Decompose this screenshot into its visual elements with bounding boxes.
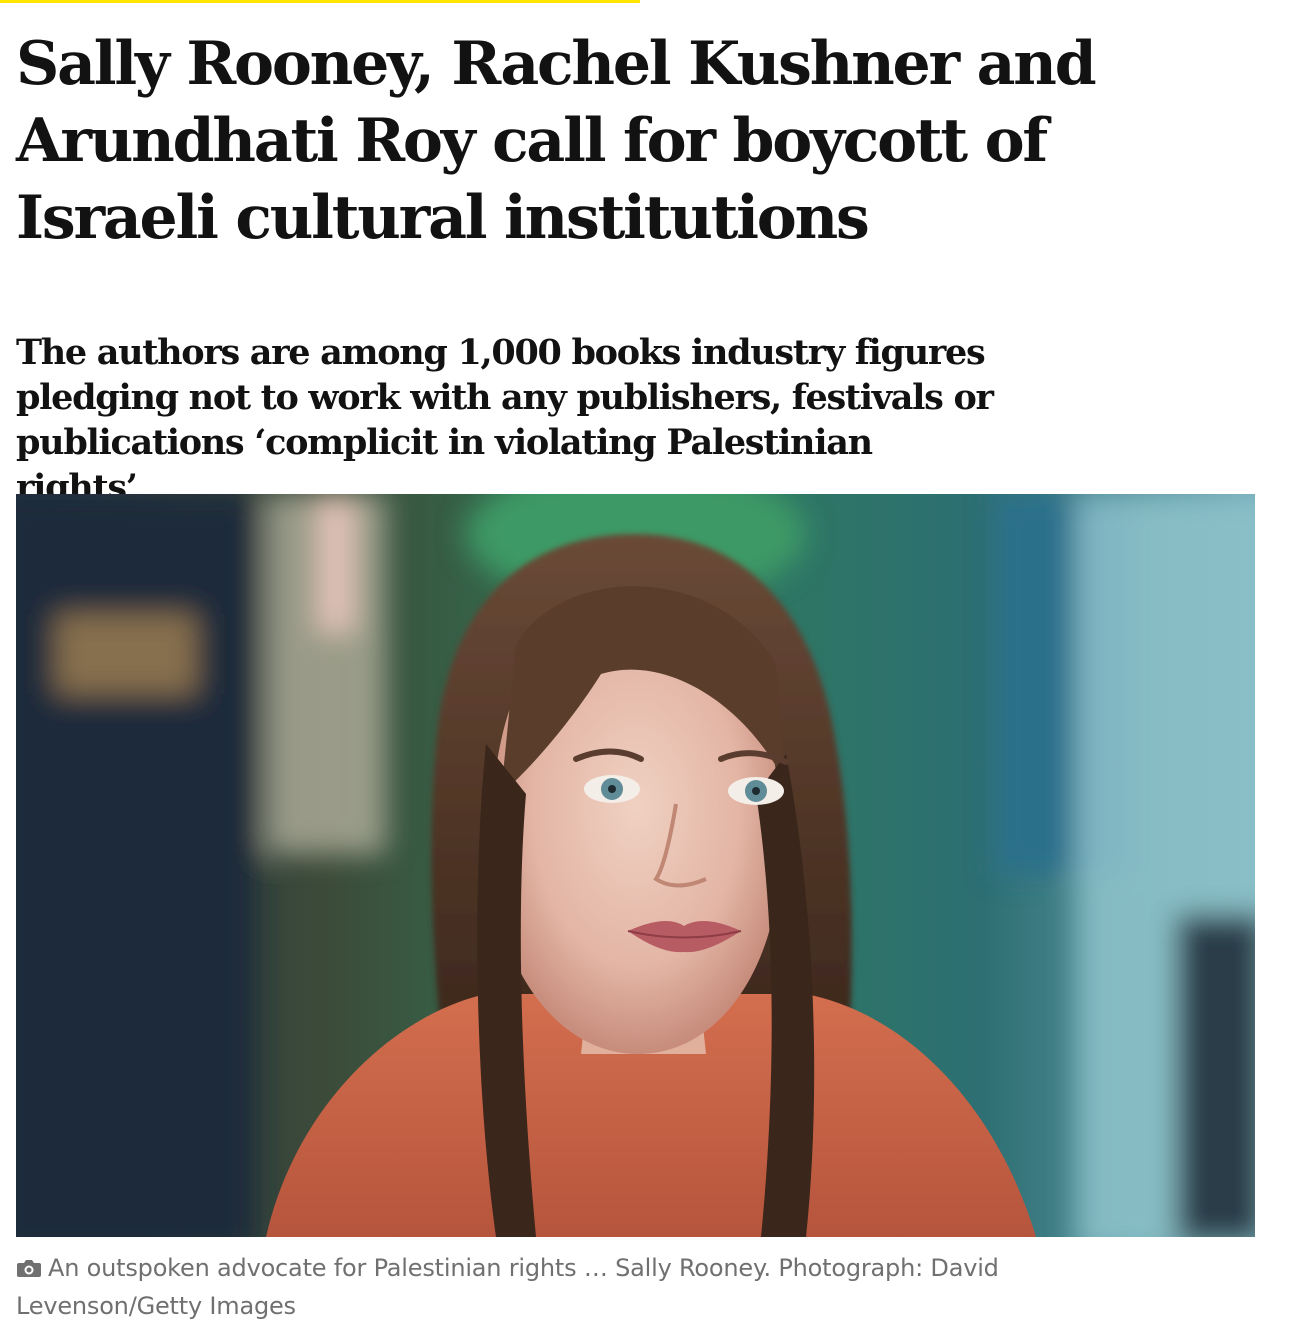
hero-image [16,494,1255,1237]
image-caption-text: An outspoken advocate for Palestinian ri… [16,1254,999,1320]
top-accent-rule [0,0,640,3]
article-headline: Sally Rooney, Rachel Kushner and Arundha… [16,29,1097,253]
article-standfirst: The authors are among 1,000 books indust… [16,332,994,508]
camera-icon [16,1252,42,1288]
image-caption: An outspoken advocate for Palestinian ri… [16,1250,1096,1324]
